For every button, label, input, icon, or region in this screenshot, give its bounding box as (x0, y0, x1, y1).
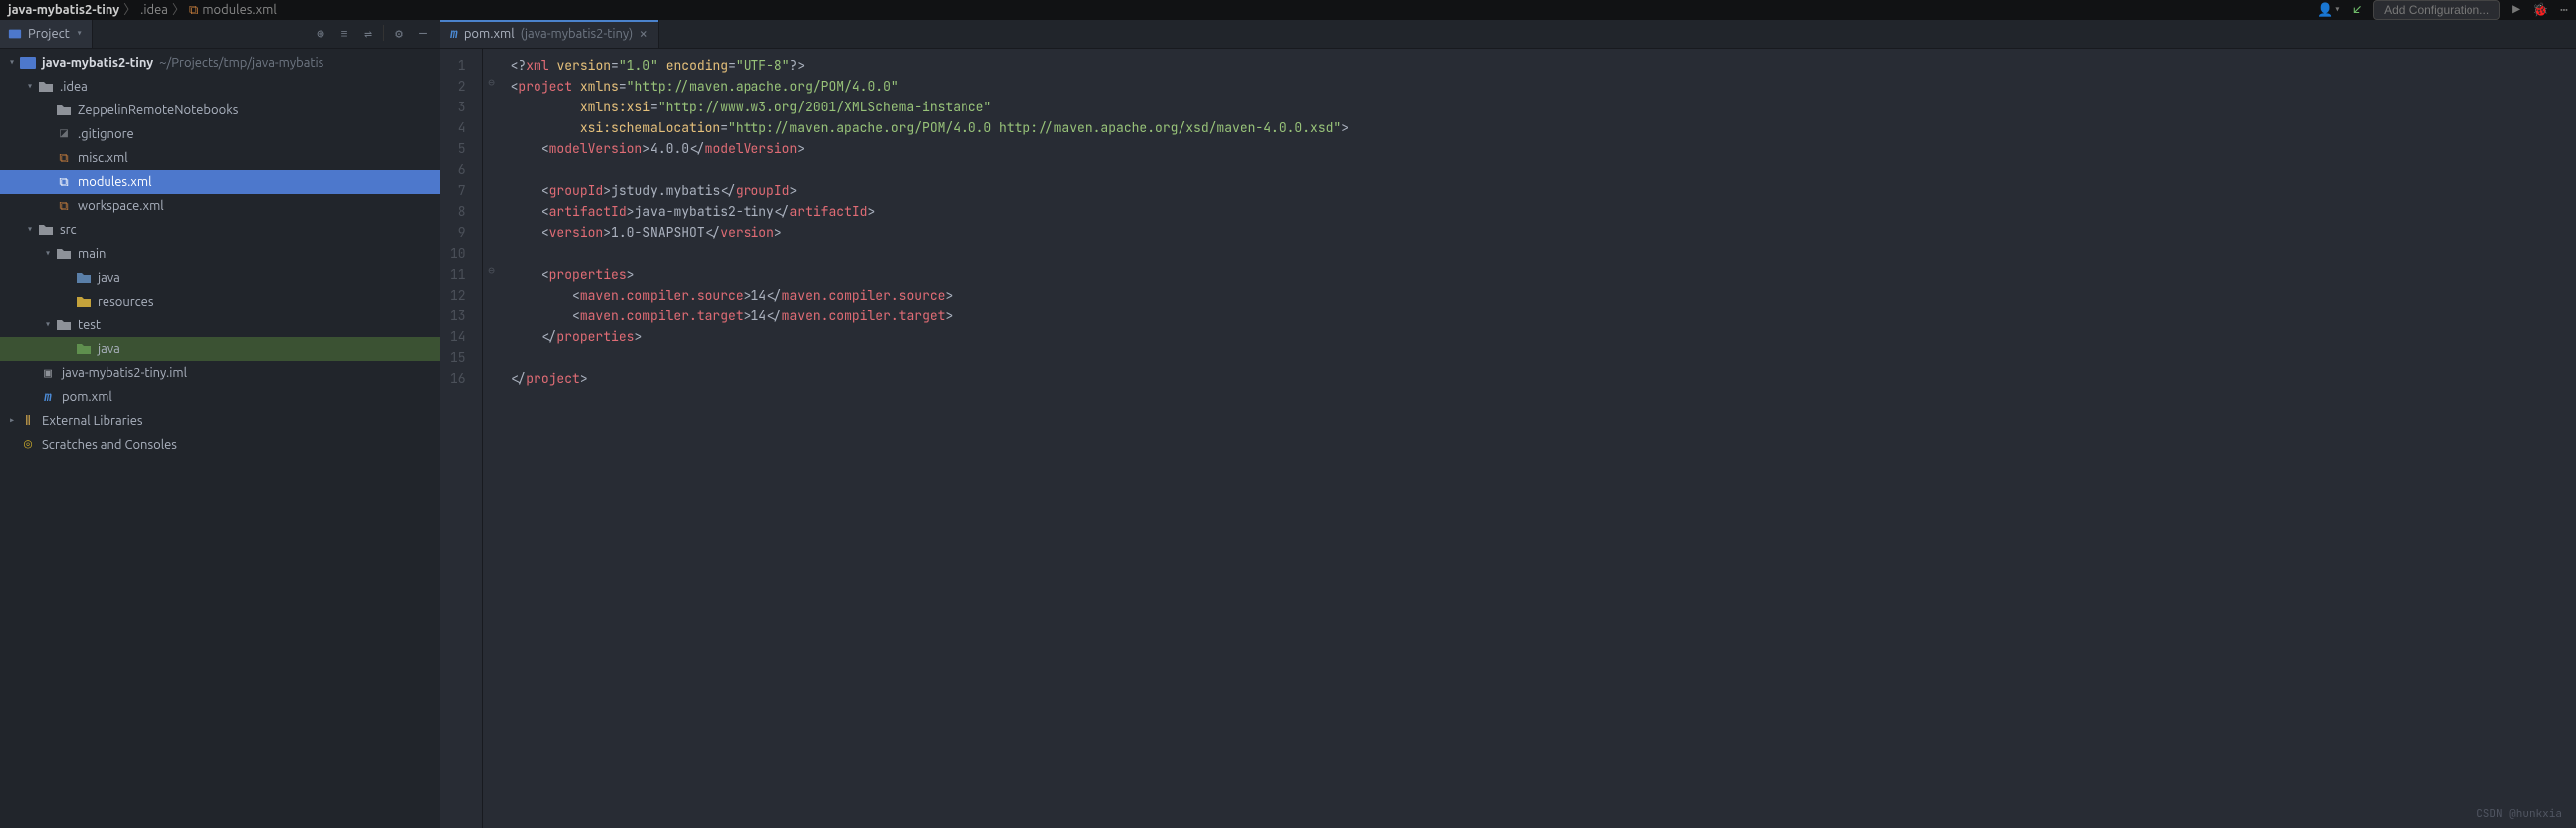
tree-scratches[interactable]: ◎ Scratches and Consoles (0, 433, 440, 457)
user-icon[interactable]: 👤▾ (2317, 1, 2341, 19)
tree-item-label: main (78, 245, 106, 263)
maven-file-icon: m (450, 25, 458, 43)
hide-icon[interactable]: — (414, 25, 432, 43)
tree-file-workspace[interactable]: ⧉ workspace.xml (0, 194, 440, 218)
tree-file-iml[interactable]: ▣ java-mybatis2-tiny.iml (0, 361, 440, 385)
breadcrumb-root[interactable]: java-mybatis2-tiny (8, 1, 119, 19)
tree-folder-main[interactable]: ▾ main (0, 242, 440, 266)
resource-folder-icon (76, 294, 92, 310)
scratches-icon: ◎ (20, 437, 36, 453)
tree-item-label: pom.xml (62, 388, 112, 406)
gear-icon[interactable]: ⚙ (390, 25, 408, 43)
tree-root[interactable]: ▾ java-mybatis2-tiny ~/Projects/tmp/java… (0, 51, 440, 75)
tree-folder-src[interactable]: ▾ src (0, 218, 440, 242)
divider (383, 25, 384, 41)
tree-item-label: java-mybatis2-tiny.iml (62, 364, 187, 382)
tree-folder-test-java[interactable]: java (0, 337, 440, 361)
chevron-right-icon: ▸ (4, 412, 20, 430)
tree-file-misc[interactable]: ⧉ misc.xml (0, 146, 440, 170)
project-icon (8, 27, 22, 41)
tree-item-label: test (78, 316, 101, 334)
chevron-down-icon: ▾ (22, 78, 38, 96)
fold-column[interactable]: ⊖ ⊖ (483, 49, 501, 828)
tree-item-label: misc.xml (78, 149, 128, 167)
tree-folder-resources[interactable]: resources (0, 290, 440, 313)
tree-external-libraries[interactable]: ▸ ⫴ External Libraries (0, 409, 440, 433)
chevron-down-icon: ▾ (40, 316, 56, 334)
tree-folder-zeppelin[interactable]: ZeppelinRemoteNotebooks (0, 99, 440, 122)
tree-item-label: modules.xml (78, 173, 152, 191)
run-config-button[interactable]: Add Configuration... (2373, 0, 2500, 20)
tree-file-gitignore[interactable]: ◪ .gitignore (0, 122, 440, 146)
folder-icon (56, 103, 72, 118)
tree-root-path: ~/Projects/tmp/java-mybatis (159, 54, 323, 72)
module-icon (20, 55, 36, 71)
tree-item-label: External Libraries (42, 412, 143, 430)
watermark: CSDN @hunkxia (2476, 807, 2562, 822)
tree-item-label: Scratches and Consoles (42, 436, 177, 454)
chevron-down-icon: ▾ (22, 221, 38, 239)
gitignore-icon: ◪ (56, 126, 72, 142)
maven-file-icon: m (40, 389, 56, 405)
folder-icon (38, 79, 54, 95)
debug-icon[interactable]: 🐞 (2532, 1, 2548, 19)
xml-file-icon: ⧉ (56, 174, 72, 190)
folder-icon (38, 222, 54, 238)
tab-file-name: pom.xml (464, 25, 515, 43)
tree-file-modules[interactable]: ⧉ modules.xml (0, 170, 440, 194)
more-icon[interactable]: ⋯ (2560, 1, 2568, 19)
tree-folder-main-java[interactable]: java (0, 266, 440, 290)
test-folder-icon (76, 341, 92, 357)
tree-item-label: java (98, 340, 120, 358)
tab-pom[interactable]: m pom.xml (java-mybatis2-tiny) × (440, 20, 659, 48)
folder-icon (56, 246, 72, 262)
chevron-down-icon: ▾ (4, 54, 20, 72)
gutter: 12 34 56 78 910 1112 1314 1516 (440, 49, 483, 828)
tree-item-label: src (60, 221, 77, 239)
tree-item-label: java (98, 269, 120, 287)
xml-file-icon: ⧉ (56, 198, 72, 214)
tab-qualifier: (java-mybatis2-tiny) (521, 25, 634, 43)
tree-root-name: java-mybatis2-tiny (42, 54, 153, 72)
code-area[interactable]: <?xml version="1.0" encoding="UTF-8"?><p… (501, 49, 2576, 828)
run-icon[interactable]: ▶ (2512, 1, 2520, 19)
tree-item-label: workspace.xml (78, 197, 164, 215)
close-icon[interactable]: × (639, 27, 648, 42)
tree-item-label: .idea (60, 78, 88, 96)
tree-item-label: resources (98, 293, 154, 310)
folder-icon (56, 317, 72, 333)
project-label: Project (28, 25, 70, 43)
project-view-selector[interactable]: Project ▾ (0, 20, 93, 48)
collapse-icon[interactable]: ⇌ (359, 25, 377, 43)
tree-item-label: ZeppelinRemoteNotebooks (78, 102, 238, 119)
chevron-down-icon: ▾ (76, 25, 84, 43)
breadcrumb-folder[interactable]: .idea (140, 1, 168, 19)
tree-folder-idea[interactable]: ▾ .idea (0, 75, 440, 99)
expand-icon[interactable]: ≡ (335, 25, 353, 43)
tree-file-pom[interactable]: m pom.xml (0, 385, 440, 409)
xml-file-icon: ⧉ (56, 150, 72, 166)
libraries-icon: ⫴ (20, 413, 36, 429)
chevron-down-icon: ▾ (40, 245, 56, 263)
source-folder-icon (76, 270, 92, 286)
iml-file-icon: ▣ (40, 365, 56, 381)
tree-item-label: .gitignore (78, 125, 134, 143)
tree-folder-test[interactable]: ▾ test (0, 313, 440, 337)
sync-icon[interactable]: ↙ (2353, 1, 2361, 19)
breadcrumb-file[interactable]: modules.xml (202, 1, 277, 19)
locate-icon[interactable]: ⊕ (312, 25, 329, 43)
